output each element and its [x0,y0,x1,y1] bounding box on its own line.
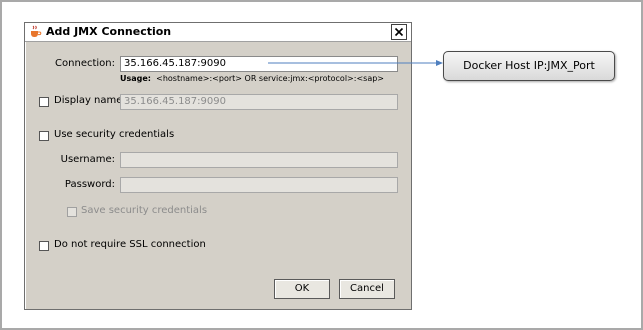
annotation-arrow [268,60,443,66]
docker-host-callout: Docker Host IP:JMX_Port [443,51,615,81]
